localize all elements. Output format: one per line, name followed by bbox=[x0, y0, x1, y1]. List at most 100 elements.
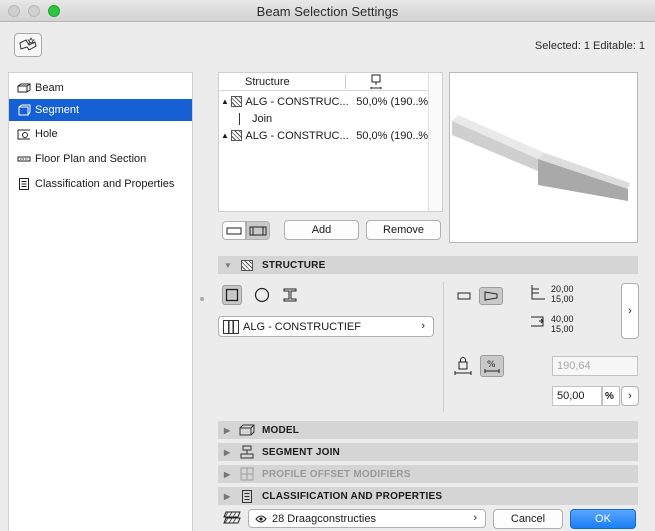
cancel-button[interactable]: Cancel bbox=[493, 509, 563, 529]
section-model[interactable]: ▶ MODEL bbox=[218, 421, 638, 439]
selection-count: Selected: 1 Editable: 1 bbox=[534, 40, 645, 52]
add-button[interactable]: Add bbox=[284, 220, 359, 240]
title-bar: Beam Selection Settings bbox=[0, 0, 655, 22]
percent-unit-label: % bbox=[602, 386, 620, 406]
expand-triangle-icon: ▶ bbox=[224, 447, 231, 457]
tapered-size-button[interactable] bbox=[479, 287, 503, 305]
sidebar-item-beam[interactable]: Beam bbox=[9, 77, 192, 99]
percent-height-button[interactable]: % bbox=[480, 355, 504, 377]
join-line bbox=[239, 112, 240, 125]
section-structure[interactable]: ▼ STRUCTURE bbox=[218, 256, 638, 274]
section-title: CLASSIFICATION AND PROPERTIES bbox=[262, 490, 443, 502]
building-material-select[interactable]: ALG - CONSTRUCTIEF › bbox=[218, 316, 434, 337]
remove-button[interactable]: Remove bbox=[366, 220, 441, 240]
structure-table: Structure ▲▼ ALG - CONSTRUC... 50,0% (19… bbox=[218, 72, 443, 212]
chevron-right-icon: › bbox=[473, 512, 477, 524]
expand-triangle-icon: ▶ bbox=[224, 425, 231, 435]
row-share-value: 50,0% (190... bbox=[356, 95, 422, 108]
eye-icon bbox=[255, 514, 267, 524]
beam-width-height-icon bbox=[530, 284, 546, 303]
uniform-size-icon bbox=[457, 292, 471, 300]
uniform-size-button[interactable] bbox=[453, 287, 475, 305]
dialog-footer: 28 Draagconstructies › Cancel OK bbox=[218, 507, 638, 531]
favorites-button[interactable] bbox=[14, 33, 42, 57]
panel-splitter-handle[interactable] bbox=[200, 297, 204, 301]
building-material-value: ALG - CONSTRUCTIEF bbox=[243, 320, 361, 333]
section-profile-offset-modifiers: ▶ PROFILE OFFSET MODIFIERS bbox=[218, 465, 638, 483]
model-icon bbox=[238, 424, 256, 436]
percent-input[interactable]: 50,00 bbox=[552, 386, 602, 406]
end-width-value[interactable]: 40,00 bbox=[551, 314, 574, 324]
layer-select[interactable]: 28 Draagconstructies › bbox=[248, 509, 486, 528]
percent-offset-icon[interactable]: % bbox=[418, 130, 428, 142]
favorites-icon bbox=[19, 37, 37, 51]
classification-icon bbox=[17, 178, 31, 190]
structure-panel: ALG - CONSTRUCTIEF › 20,00 15,00 40,00 1… bbox=[218, 278, 639, 416]
percent-offset-icon[interactable]: % bbox=[418, 96, 428, 108]
percent-icon: % bbox=[484, 360, 500, 373]
segment-join-icon bbox=[238, 445, 256, 459]
beam-icon bbox=[17, 82, 31, 94]
row-share-value: 50,0% (190... bbox=[356, 129, 422, 142]
section-segment-join[interactable]: ▶ SEGMENT JOIN bbox=[218, 443, 638, 461]
sidebar-item-classification-and-properties[interactable]: Classification and Properties bbox=[9, 173, 192, 195]
ok-button[interactable]: OK bbox=[570, 509, 636, 529]
start-width-value[interactable]: 20,00 bbox=[551, 284, 574, 294]
sidebar-item-label: Hole bbox=[35, 128, 58, 140]
section-title: SEGMENT JOIN bbox=[262, 446, 340, 458]
profile-offset-modifiers-icon bbox=[238, 467, 256, 481]
collapse-triangle-icon: ▼ bbox=[224, 260, 233, 270]
table-scrollbar[interactable] bbox=[428, 73, 442, 211]
height-input[interactable]: 190,64 bbox=[552, 356, 638, 376]
complex-profile-button[interactable] bbox=[280, 285, 300, 305]
sidebar-item-segment[interactable]: Segment bbox=[9, 99, 192, 121]
window-title: Beam Selection Settings bbox=[256, 4, 399, 19]
circle-shape-icon bbox=[254, 287, 270, 303]
row-material-name: ALG - CONSTRUC... bbox=[245, 95, 349, 108]
uniform-segment-button[interactable] bbox=[222, 221, 246, 240]
drag-handle-icon[interactable]: ▲▼ bbox=[221, 131, 237, 140]
table-row[interactable]: ▲▼ ALG - CONSTRUC... 50,0% (190... % bbox=[219, 93, 428, 110]
sidebar-item-hole[interactable]: Hole bbox=[9, 123, 192, 145]
round-profile-button[interactable] bbox=[252, 285, 272, 305]
start-height-value[interactable]: 15,00 bbox=[551, 294, 574, 304]
table-row[interactable]: ▲▼ ALG - CONSTRUC... 50,0% (190... % bbox=[219, 127, 428, 144]
row-material-name: ALG - CONSTRUC... bbox=[245, 129, 349, 142]
beam-end-size-icon bbox=[530, 314, 546, 331]
section-title: PROFILE OFFSET MODIFIERS bbox=[262, 468, 411, 480]
layer-value: 28 Draagconstructies bbox=[272, 512, 376, 525]
profile-details-button[interactable]: › bbox=[621, 283, 639, 339]
profile-offset-icon bbox=[369, 74, 383, 93]
beam-preview-graphic bbox=[452, 115, 630, 201]
floor-plan-icon bbox=[17, 153, 31, 165]
lock-height-icon[interactable] bbox=[454, 356, 472, 379]
column-separator bbox=[345, 75, 346, 89]
sidebar-item-label: Floor Plan and Section bbox=[35, 153, 147, 165]
structure-table-header: Structure bbox=[219, 73, 428, 91]
tapered-segment-button[interactable] bbox=[246, 221, 270, 240]
expand-triangle-icon: ▶ bbox=[224, 469, 231, 479]
hole-icon bbox=[17, 128, 31, 140]
beam-3d-preview[interactable] bbox=[449, 72, 638, 243]
material-swatch-icon bbox=[223, 319, 239, 334]
rectangular-profile-button[interactable] bbox=[222, 285, 242, 305]
chevron-right-icon: › bbox=[421, 320, 425, 332]
sidebar-item-floor-plan-and-section[interactable]: Floor Plan and Section bbox=[9, 148, 192, 170]
section-classification-and-properties[interactable]: ▶ CLASSIFICATION AND PROPERTIES bbox=[218, 487, 638, 505]
section-title: STRUCTURE bbox=[262, 259, 326, 271]
chevron-right-icon: › bbox=[628, 305, 632, 317]
uniform-segment-icon bbox=[226, 227, 242, 234]
structure-column-header: Structure bbox=[245, 76, 290, 88]
hatch-pattern-icon bbox=[231, 130, 243, 141]
svg-text:%: % bbox=[487, 360, 496, 370]
rectangle-shape-icon bbox=[225, 288, 239, 302]
end-height-value[interactable]: 15,00 bbox=[551, 324, 574, 334]
table-row-join: Join bbox=[219, 110, 428, 127]
classification-icon bbox=[238, 489, 256, 503]
percent-options-button[interactable]: › bbox=[621, 386, 639, 406]
layer-icon bbox=[222, 510, 242, 529]
sidebar-item-label: Segment bbox=[35, 104, 80, 116]
panel-divider bbox=[443, 282, 444, 412]
drag-handle-icon[interactable]: ▲▼ bbox=[221, 97, 237, 106]
tapered-segment-icon bbox=[249, 226, 267, 235]
